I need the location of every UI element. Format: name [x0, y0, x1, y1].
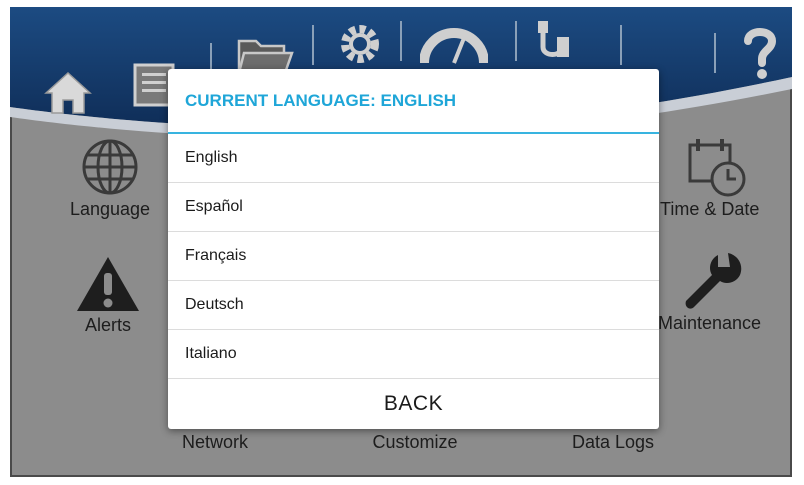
toolbar-divider — [620, 25, 622, 65]
toolbar-divider — [400, 21, 402, 61]
language-option-italiano[interactable]: Italiano — [168, 330, 659, 379]
wrench-icon — [685, 253, 742, 309]
language-list: English Español Français Deutsch Italian… — [168, 134, 659, 379]
toolbar-divider — [515, 21, 517, 61]
language-option-deutsch[interactable]: Deutsch — [168, 281, 659, 330]
menu-item-time-date-label: Time & Date — [660, 199, 760, 219]
menu-item-customize[interactable]: Customize — [360, 432, 470, 453]
help-icon[interactable] — [740, 25, 780, 86]
menu-item-network[interactable]: Network — [170, 432, 260, 453]
device-screen: Language Time & Date Alerts Maintenance … — [10, 7, 792, 477]
menu-item-network-label: Network — [181, 432, 248, 452]
calendar-clock-icon — [688, 139, 746, 197]
menu-item-data-logs-label: Data Logs — [571, 432, 655, 452]
language-option-francais[interactable]: Français — [168, 232, 659, 281]
home-icon[interactable] — [42, 69, 94, 120]
warning-icon — [77, 257, 139, 311]
toolbar-divider — [714, 33, 716, 73]
menu-item-alerts[interactable]: Alerts — [68, 253, 148, 336]
dialog-title: CURRENT LANGUAGE: ENGLISH — [168, 69, 659, 134]
toolbar-divider — [312, 25, 314, 65]
back-button[interactable]: BACK — [168, 379, 659, 427]
menu-item-data-logs[interactable]: Data Logs — [563, 432, 663, 453]
menu-item-maintenance-label: Maintenance — [658, 313, 762, 333]
menu-item-maintenance[interactable]: Maintenance — [650, 249, 790, 334]
settings-icon[interactable] — [337, 21, 383, 72]
menu-item-customize-label: Customize — [372, 432, 458, 452]
gauge-icon[interactable] — [419, 19, 489, 70]
usb-icon[interactable] — [532, 17, 582, 72]
language-option-english[interactable]: English — [168, 134, 659, 183]
language-option-espanol[interactable]: Español — [168, 183, 659, 232]
language-dialog: CURRENT LANGUAGE: ENGLISH English Españo… — [168, 69, 659, 429]
menu-item-language-label: Language — [69, 199, 151, 219]
menu-item-language[interactable]: Language — [60, 135, 160, 220]
menu-item-alerts-label: Alerts — [84, 315, 131, 335]
menu-item-time-date[interactable]: Time & Date — [650, 135, 790, 220]
globe-icon — [82, 139, 138, 195]
